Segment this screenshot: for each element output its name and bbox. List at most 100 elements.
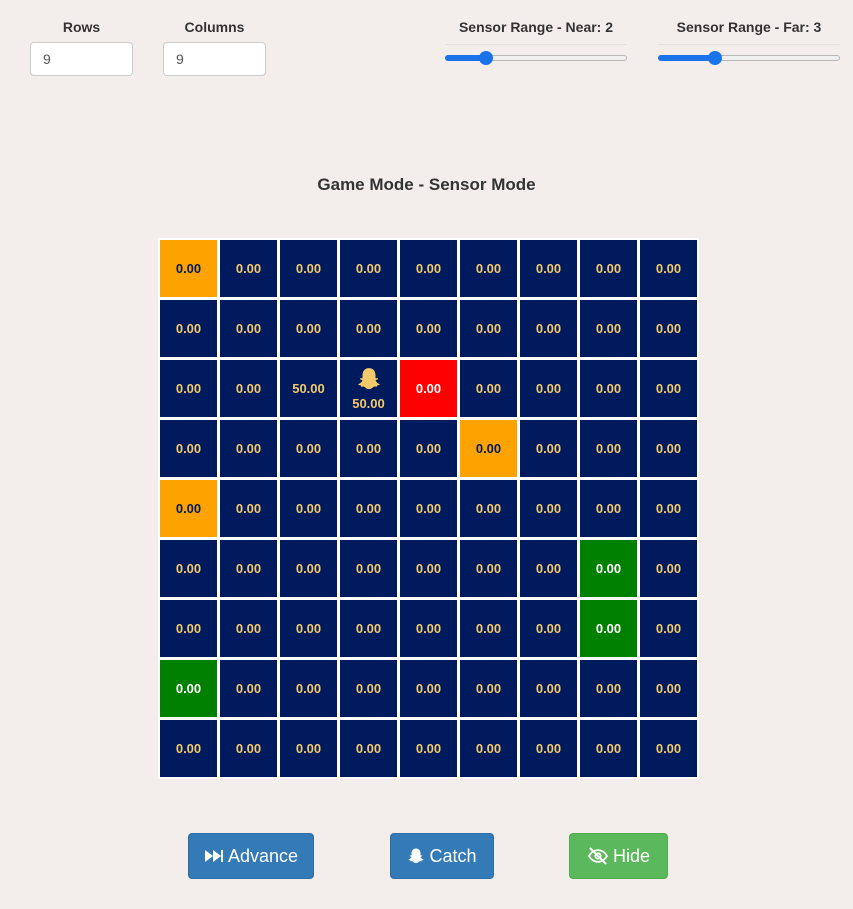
hide-button[interactable]: Hide xyxy=(569,833,668,879)
grid-cell[interactable]: 0.00 xyxy=(400,660,457,717)
grid-cell[interactable]: 0.00 xyxy=(160,600,217,657)
grid-cell[interactable]: 0.00 xyxy=(280,600,337,657)
cell-value: 0.00 xyxy=(595,681,622,696)
grid-cell[interactable]: 0.00 xyxy=(340,240,397,297)
grid-cell[interactable]: 0.00 xyxy=(220,420,277,477)
cell-value: 0.00 xyxy=(655,321,682,336)
grid-cell[interactable]: 0.00 xyxy=(520,600,577,657)
grid-cell[interactable]: 0.00 xyxy=(400,600,457,657)
grid-cell[interactable]: 0.00 xyxy=(520,540,577,597)
grid-cell[interactable]: 0.00 xyxy=(160,720,217,777)
grid-cell[interactable]: 0.00 xyxy=(640,360,697,417)
grid-cell[interactable]: 0.00 xyxy=(400,420,457,477)
grid-cell[interactable]: 0.00 xyxy=(520,720,577,777)
advance-button[interactable]: Advance xyxy=(188,833,314,879)
grid-cell[interactable]: 0.00 xyxy=(640,540,697,597)
cell-value: 0.00 xyxy=(535,321,562,336)
grid-cell[interactable]: 0.00 xyxy=(580,240,637,297)
grid-cell[interactable]: 0.00 xyxy=(640,480,697,537)
grid-cell[interactable]: 0.00 xyxy=(220,300,277,357)
sensor-far-thumb[interactable] xyxy=(708,51,723,65)
grid-cell[interactable]: 0.00 xyxy=(580,540,637,597)
catch-button[interactable]: Catch xyxy=(390,833,494,879)
grid-cell[interactable]: 0.00 xyxy=(460,360,517,417)
cell-value: 50.00 xyxy=(292,381,325,396)
cell-value: 0.00 xyxy=(295,321,322,336)
columns-input[interactable] xyxy=(163,42,266,76)
grid-cell[interactable]: 0.00 xyxy=(460,600,517,657)
grid-cell[interactable]: 0.00 xyxy=(460,540,517,597)
grid-cell[interactable]: 0.00 xyxy=(280,720,337,777)
grid-cell[interactable]: 0.00 xyxy=(340,600,397,657)
sensor-near-slider[interactable] xyxy=(445,44,627,74)
sensor-near-thumb[interactable] xyxy=(478,51,493,65)
grid-cell[interactable]: 0.00 xyxy=(160,420,217,477)
grid-cell[interactable]: 0.00 xyxy=(340,720,397,777)
grid-cell[interactable]: 0.00 xyxy=(220,240,277,297)
grid-cell[interactable]: 0.00 xyxy=(220,720,277,777)
grid-cell[interactable]: 0.00 xyxy=(520,420,577,477)
cell-value: 0.00 xyxy=(355,741,382,756)
grid-cell[interactable]: 0.00 xyxy=(460,420,517,477)
grid-cell[interactable]: 0.00 xyxy=(580,480,637,537)
grid-cell[interactable]: 0.00 xyxy=(220,480,277,537)
grid-cell[interactable]: 0.00 xyxy=(460,240,517,297)
grid-cell[interactable]: 0.00 xyxy=(160,480,217,537)
grid-cell[interactable]: 0.00 xyxy=(460,300,517,357)
grid-cell[interactable]: 0.00 xyxy=(160,660,217,717)
grid-cell[interactable]: 0.00 xyxy=(520,480,577,537)
grid-cell[interactable]: 0.00 xyxy=(160,240,217,297)
grid-cell[interactable]: 0.00 xyxy=(640,420,697,477)
grid-cell[interactable]: 0.00 xyxy=(640,600,697,657)
grid-cell[interactable]: 0.00 xyxy=(160,360,217,417)
grid-cell[interactable]: 0.00 xyxy=(580,660,637,717)
grid-cell[interactable]: 0.00 xyxy=(520,660,577,717)
grid-cell[interactable]: 0.00 xyxy=(340,660,397,717)
grid-cell[interactable]: 50.00 xyxy=(280,360,337,417)
cell-value: 0.00 xyxy=(655,381,682,396)
sensor-far-slider[interactable] xyxy=(658,44,840,74)
grid-cell[interactable]: 50.00 xyxy=(340,360,397,417)
grid-cell[interactable]: 0.00 xyxy=(580,420,637,477)
grid-cell[interactable]: 0.00 xyxy=(580,720,637,777)
grid-cell[interactable]: 0.00 xyxy=(460,660,517,717)
grid-cell[interactable]: 0.00 xyxy=(220,540,277,597)
grid-cell[interactable]: 0.00 xyxy=(340,540,397,597)
grid-cell[interactable]: 0.00 xyxy=(220,600,277,657)
grid-cell[interactable]: 0.00 xyxy=(640,240,697,297)
grid-cell[interactable]: 0.00 xyxy=(640,300,697,357)
grid-cell[interactable]: 0.00 xyxy=(280,660,337,717)
grid-cell[interactable]: 0.00 xyxy=(640,660,697,717)
grid-cell[interactable]: 0.00 xyxy=(580,360,637,417)
grid-cell[interactable]: 0.00 xyxy=(640,720,697,777)
grid-cell[interactable]: 0.00 xyxy=(400,480,457,537)
grid-cell[interactable]: 0.00 xyxy=(580,300,637,357)
cell-value: 0.00 xyxy=(355,261,382,276)
cell-value: 0.00 xyxy=(295,441,322,456)
grid-cell[interactable]: 0.00 xyxy=(520,360,577,417)
rows-input[interactable] xyxy=(30,42,133,76)
grid-cell[interactable]: 0.00 xyxy=(220,360,277,417)
grid-cell[interactable]: 0.00 xyxy=(460,480,517,537)
grid-cell[interactable]: 0.00 xyxy=(340,300,397,357)
grid-cell[interactable]: 0.00 xyxy=(460,720,517,777)
grid-cell[interactable]: 0.00 xyxy=(340,480,397,537)
grid-cell[interactable]: 0.00 xyxy=(400,360,457,417)
grid-cell[interactable]: 0.00 xyxy=(220,660,277,717)
grid-cell[interactable]: 0.00 xyxy=(280,240,337,297)
grid-cell[interactable]: 0.00 xyxy=(400,300,457,357)
grid-cell[interactable]: 0.00 xyxy=(580,600,637,657)
grid-cell[interactable]: 0.00 xyxy=(160,540,217,597)
grid-cell[interactable]: 0.00 xyxy=(520,240,577,297)
grid-cell[interactable]: 0.00 xyxy=(400,240,457,297)
grid-cell[interactable]: 0.00 xyxy=(280,540,337,597)
grid-cell[interactable]: 0.00 xyxy=(280,420,337,477)
grid-cell[interactable]: 0.00 xyxy=(340,420,397,477)
grid-cell[interactable]: 0.00 xyxy=(280,300,337,357)
rows-label: Rows xyxy=(62,19,101,35)
grid-cell[interactable]: 0.00 xyxy=(400,720,457,777)
grid-cell[interactable]: 0.00 xyxy=(280,480,337,537)
grid-cell[interactable]: 0.00 xyxy=(400,540,457,597)
grid-cell[interactable]: 0.00 xyxy=(160,300,217,357)
grid-cell[interactable]: 0.00 xyxy=(520,300,577,357)
